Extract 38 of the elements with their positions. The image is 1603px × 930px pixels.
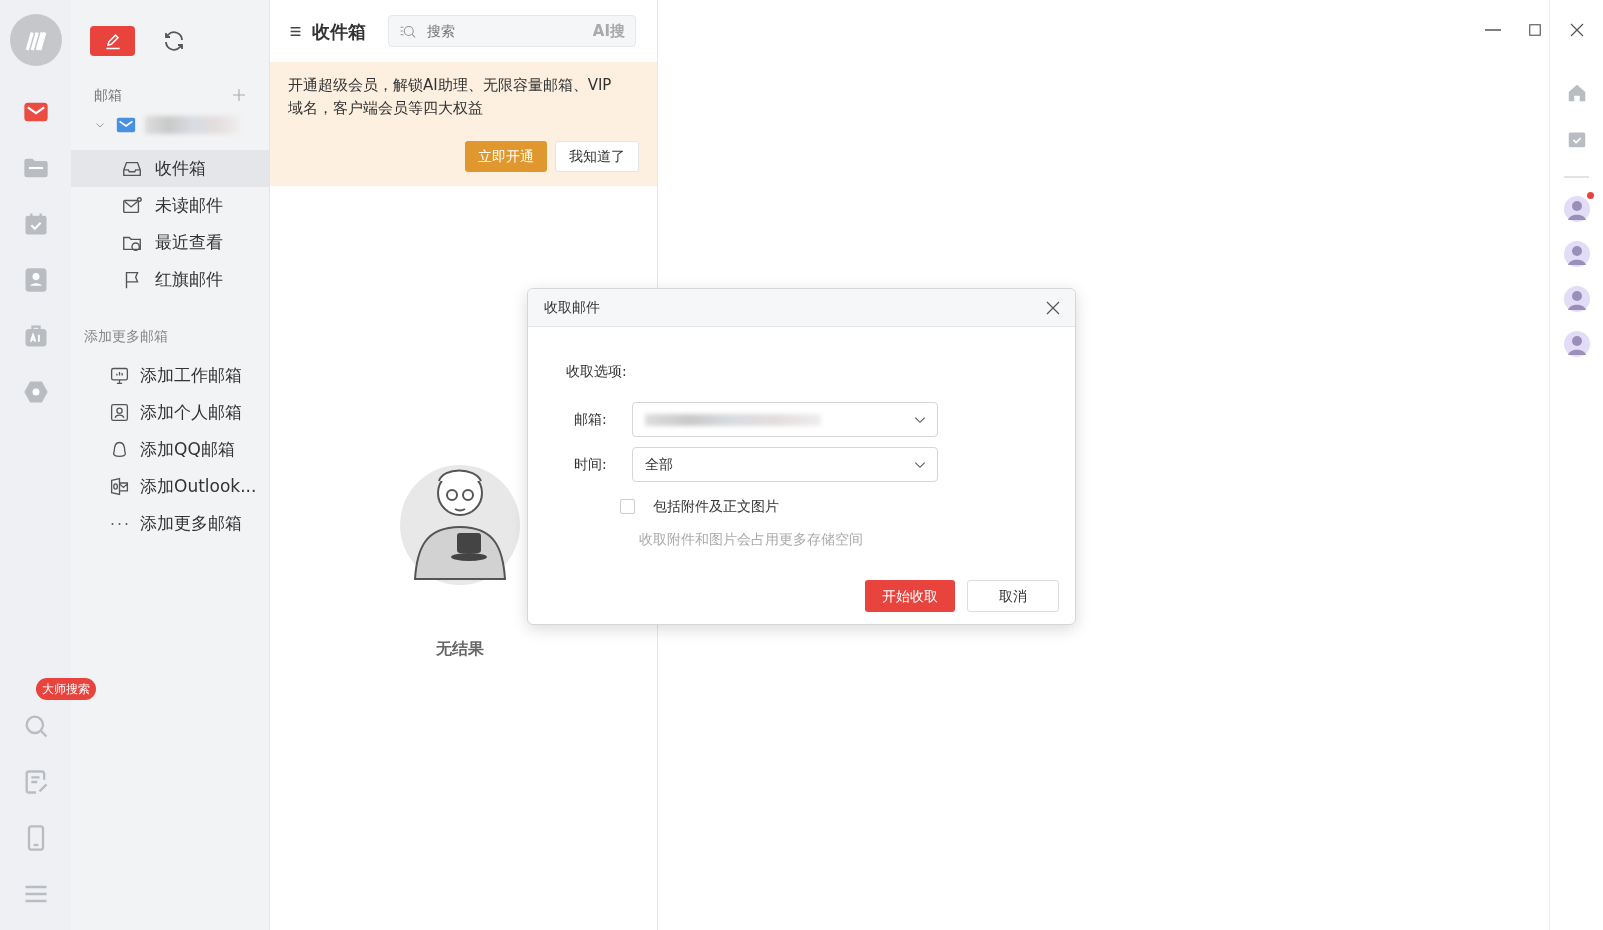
dialog-title: 收取邮件 — [544, 298, 600, 317]
promo-text: 开通超级会员，解锁AI助理、无限容量邮箱、VIP域名，客户端会员等四大权益 — [288, 75, 613, 119]
empty-message: 无结果 — [436, 638, 484, 660]
menu-icon — [288, 24, 302, 38]
folder-item[interactable]: 最近查看 — [71, 224, 269, 261]
checkbox[interactable] — [620, 499, 635, 514]
hint-text: 收取附件和图片会占用更多存储空间 — [639, 530, 863, 549]
add-mailbox-item[interactable]: 添加个人邮箱 — [71, 394, 269, 431]
add-mailbox-item[interactable]: 添加QQ邮箱 — [71, 431, 269, 468]
plus-icon — [231, 87, 247, 103]
add-mailbox-item[interactable]: 添加更多邮箱 — [71, 505, 269, 542]
search-badge: 大师搜索 — [35, 678, 96, 700]
monitor-icon — [109, 365, 130, 386]
field-label: 邮箱: — [573, 410, 608, 429]
add-mailbox-item[interactable]: 添加工作邮箱 — [71, 357, 269, 394]
dismiss-button[interactable]: 我知道了 — [555, 141, 639, 172]
add-mailbox-item[interactable]: 添加Outlook... — [71, 468, 269, 505]
time-select[interactable]: 全部 — [632, 447, 938, 482]
folder-item[interactable]: 收件箱 — [71, 150, 269, 187]
section-header: 添加更多邮箱 — [84, 327, 168, 346]
cancel-button[interactable]: 取消 — [967, 580, 1059, 612]
start-button[interactable]: 开始收取 — [865, 580, 955, 612]
checkbox-label: 包括附件及正文图片 — [653, 497, 779, 516]
minimize-icon — [1484, 28, 1502, 32]
maximize-icon — [1526, 21, 1544, 39]
refresh-icon — [162, 29, 186, 53]
list-title: 收件箱 — [312, 19, 366, 44]
section-header: 邮箱 — [94, 85, 122, 105]
outlook-mail-icon — [109, 476, 130, 497]
field-label: 时间: — [573, 455, 608, 474]
unread-dot — [1586, 192, 1594, 199]
more-icon — [109, 521, 130, 526]
mailbox-select[interactable] — [632, 402, 938, 437]
compose-button[interactable] — [90, 26, 135, 56]
folder-item[interactable]: 未读邮件 — [71, 187, 269, 224]
person-card-icon — [109, 402, 130, 423]
section-label: 收取选项: — [566, 362, 627, 381]
folder-item[interactable]: 红旗邮件 — [71, 261, 269, 298]
